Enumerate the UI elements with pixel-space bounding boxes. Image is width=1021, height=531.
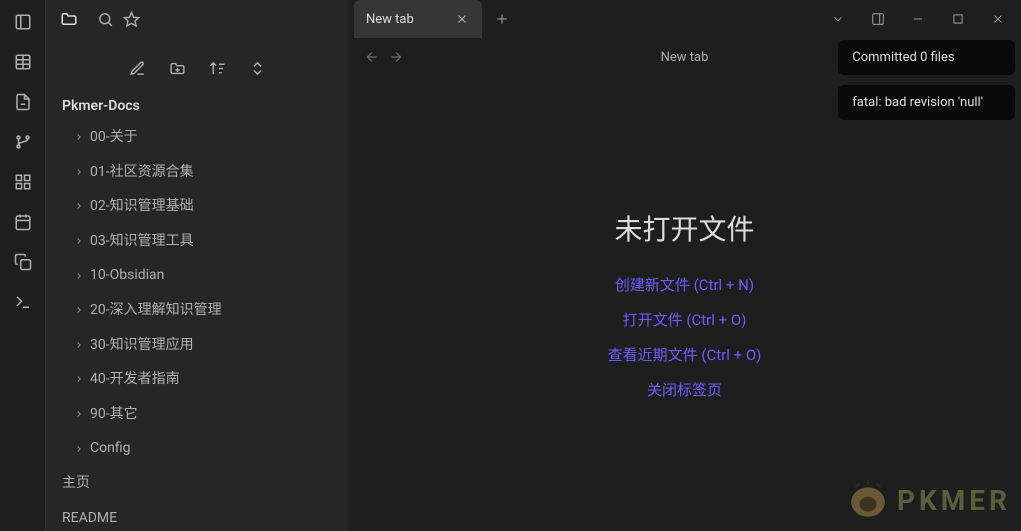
file-tree: Pkmer-Docs 00-关于 01-社区资源合集 02-知识管理基础 03-知识管… (46, 88, 348, 531)
calendar-icon[interactable] (7, 206, 39, 238)
folder-item[interactable]: Config (46, 431, 348, 466)
chevron-down-icon[interactable] (819, 4, 857, 34)
chevron-right-icon (74, 340, 84, 350)
watermark-logo: PKMER (847, 479, 1011, 521)
empty-action-new[interactable]: 创建新文件 (Ctrl + N) (615, 274, 754, 295)
copy-icon[interactable] (7, 246, 39, 278)
empty-action-recent[interactable]: 查看近期文件 (Ctrl + O) (608, 344, 762, 365)
folder-open-icon[interactable] (46, 0, 92, 38)
folder-item[interactable]: 00-关于 (46, 120, 348, 155)
chevron-right-icon (74, 444, 84, 454)
chevron-right-icon (74, 271, 84, 281)
expand-collapse-icon[interactable] (244, 55, 270, 81)
window-close-button[interactable] (979, 4, 1017, 34)
file-item[interactable]: 主页 (46, 466, 348, 501)
folder-label: 40-开发者指南 (90, 366, 180, 393)
empty-action-close-tab[interactable]: 关闭标签页 (647, 379, 722, 400)
file-plus-icon[interactable] (7, 86, 39, 118)
folder-item[interactable]: 40-开发者指南 (46, 362, 348, 397)
file-item[interactable]: README (46, 501, 348, 531)
tab-new[interactable]: New tab (354, 0, 482, 38)
panel-right-icon[interactable] (859, 4, 897, 34)
nav-forward-icon[interactable] (384, 45, 408, 69)
chevron-right-icon (74, 374, 84, 384)
folder-item[interactable]: 30-知识管理应用 (46, 328, 348, 363)
logo-wordmark: PKMER (897, 484, 1011, 517)
folder-label: 30-知识管理应用 (90, 332, 194, 359)
new-note-icon[interactable] (124, 55, 150, 81)
chevron-right-icon (74, 305, 84, 315)
chevron-right-icon (74, 132, 84, 142)
folder-label: 20-深入理解知识管理 (90, 297, 222, 324)
view-title: New tab (661, 50, 709, 65)
search-icon[interactable] (92, 6, 118, 32)
folder-item[interactable]: 20-深入理解知识管理 (46, 293, 348, 328)
window-minimize-button[interactable] (899, 4, 937, 34)
empty-state: 未打开文件 创建新文件 (Ctrl + N) 打开文件 (Ctrl + O) 查… (348, 76, 1021, 531)
folder-label: Config (90, 435, 130, 462)
chevron-right-icon (74, 201, 84, 211)
folder-item[interactable]: 03-知识管理工具 (46, 224, 348, 259)
folder-label: 03-知识管理工具 (90, 228, 194, 255)
window-controls (819, 4, 1021, 34)
git-branch-icon[interactable] (7, 126, 39, 158)
grid-icon[interactable] (7, 166, 39, 198)
empty-title: 未打开文件 (614, 208, 754, 248)
left-ribbon (0, 0, 46, 531)
sort-icon[interactable] (204, 55, 230, 81)
close-icon[interactable] (454, 11, 470, 27)
folder-item[interactable]: 02-知识管理基础 (46, 189, 348, 224)
nav-back-icon[interactable] (360, 45, 384, 69)
file-explorer-sidebar: Pkmer-Docs 00-关于 01-社区资源合集 02-知识管理基础 03-知识管… (46, 0, 348, 531)
star-icon[interactable] (118, 6, 144, 32)
chevron-right-icon (74, 236, 84, 246)
new-folder-icon[interactable] (164, 55, 190, 81)
tab-bar: New tab (348, 0, 1021, 38)
folder-label: 02-知识管理基础 (90, 193, 194, 220)
folder-label: 10-Obsidian (90, 262, 164, 289)
folder-item[interactable]: 90-其它 (46, 397, 348, 432)
toast-message[interactable]: Committed 0 files (838, 40, 1015, 75)
folder-label: 01-社区资源合集 (90, 159, 194, 186)
sidebar-toolbar (46, 48, 348, 88)
table-icon[interactable] (7, 46, 39, 78)
panel-left-icon[interactable] (7, 6, 39, 38)
chevron-right-icon (74, 167, 84, 177)
tab-title: New tab (366, 12, 414, 27)
new-tab-button[interactable] (488, 5, 516, 33)
terminal-icon[interactable] (7, 286, 39, 318)
toast-message[interactable]: fatal: bad revision 'null' (838, 85, 1015, 120)
folder-label: 90-其它 (90, 401, 138, 428)
folder-label: 00-关于 (90, 124, 138, 151)
chevron-right-icon (74, 409, 84, 419)
window-maximize-button[interactable] (939, 4, 977, 34)
empty-action-open[interactable]: 打开文件 (Ctrl + O) (623, 309, 747, 330)
folder-item[interactable]: 01-社区资源合集 (46, 155, 348, 190)
vault-title[interactable]: Pkmer-Docs (46, 92, 348, 120)
logo-icon (847, 479, 889, 521)
notification-area: Committed 0 files fatal: bad revision 'n… (838, 40, 1015, 120)
folder-item[interactable]: 10-Obsidian (46, 258, 348, 293)
